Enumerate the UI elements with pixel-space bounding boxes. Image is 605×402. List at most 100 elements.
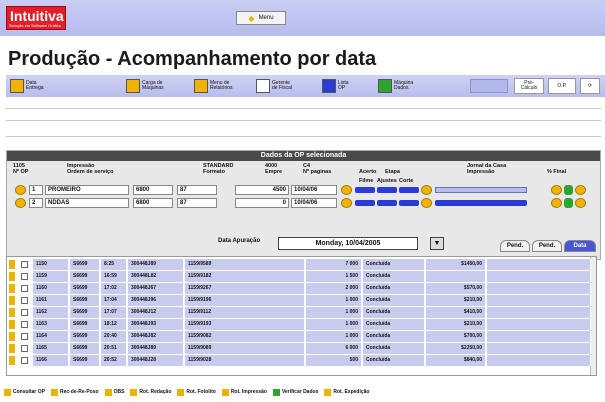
table-row[interactable]: 1162 S6699 17:07 300448J12 1159/9112 1 000 Con… bbox=[7, 307, 593, 318]
gear-icon[interactable] bbox=[15, 198, 26, 208]
fiscal-manager-button[interactable]: Gerente de Fiscal bbox=[256, 78, 306, 94]
progress-print bbox=[435, 200, 527, 206]
cell-qty: 1 000 bbox=[306, 319, 362, 330]
row-checkbox[interactable] bbox=[21, 357, 28, 364]
pencil-icon[interactable] bbox=[9, 272, 15, 281]
table-row[interactable]: 1166 S6699 20:52 300448J28 1159/9028 500 Concl… bbox=[7, 355, 593, 366]
legend: Consultar OP Rec-de-Re-Poso OBS Rot. Redaçã… bbox=[4, 386, 369, 398]
table-row[interactable]: 1165 S6699 20:51 300448J89 1159/9089 6 000 Con… bbox=[7, 343, 593, 354]
cell-value bbox=[426, 271, 486, 282]
gear-icon[interactable] bbox=[575, 198, 586, 208]
legend-icon bbox=[324, 388, 332, 396]
legend-label: OBS bbox=[113, 389, 125, 395]
legend-item: Rot. Fotolito bbox=[177, 386, 216, 398]
page-title: Produção - Acompanhamento por data bbox=[8, 48, 377, 70]
tab-date[interactable]: Data bbox=[564, 240, 596, 252]
toolbar-label: Gerente de Fiscal bbox=[272, 80, 293, 91]
cell-value: $210,00 bbox=[426, 319, 486, 330]
pages-header: C4 Nº paginas bbox=[303, 163, 332, 175]
production-list: 1150 S6699 8:25 300448J89 1159/9589 7 000 Conc… bbox=[6, 256, 597, 376]
pencil-icon[interactable] bbox=[9, 332, 15, 341]
check-icon[interactable] bbox=[564, 185, 573, 195]
table-row[interactable]: 1159 S6699 16:59 300448L82 1159/9182 1 500 Con… bbox=[7, 271, 593, 282]
gear-icon[interactable] bbox=[551, 185, 562, 195]
table-row[interactable]: 1150 S6699 8:25 300448J89 1159/9589 7 000 Conc… bbox=[7, 259, 593, 270]
op-qty: 0 bbox=[235, 198, 289, 208]
legend-icon bbox=[50, 388, 58, 396]
cell-doc: 300448J67 bbox=[128, 283, 184, 294]
row-checkbox[interactable] bbox=[21, 285, 28, 292]
refresh-button[interactable]: ⟳ bbox=[580, 78, 600, 94]
top-bar: Intuitiva Solução em Software Gráfico ◆ … bbox=[0, 0, 605, 36]
table-row[interactable]: 1164 S6699 20:40 300448J82 1159/9082 1 000 Con… bbox=[7, 331, 593, 342]
cell-qty: 7 000 bbox=[306, 259, 362, 270]
toolbar-label: Lista OP bbox=[338, 80, 349, 91]
op-field-2: 87 bbox=[177, 185, 217, 195]
row-checkbox[interactable] bbox=[21, 321, 28, 328]
pencil-icon[interactable] bbox=[9, 308, 15, 317]
stage-header: Etapa bbox=[385, 169, 400, 175]
cell-status: Concluída bbox=[363, 343, 425, 354]
tab-pending-2[interactable]: Pend. bbox=[532, 240, 562, 252]
cell-id: 1166 bbox=[33, 355, 69, 366]
op-field-1: 6800 bbox=[133, 185, 173, 195]
row-checkbox[interactable] bbox=[21, 297, 28, 304]
gear-icon[interactable] bbox=[551, 198, 562, 208]
list-icon bbox=[322, 79, 336, 93]
legend-item: Rec-de-Re-Poso bbox=[50, 386, 99, 398]
gear-icon[interactable] bbox=[575, 185, 586, 195]
machine-load-button[interactable]: Carga de Máquinas bbox=[126, 78, 176, 94]
toolbar-label: Data Entrega bbox=[26, 80, 44, 91]
pencil-icon[interactable] bbox=[9, 296, 15, 305]
cell-client: 1159/9267 bbox=[185, 283, 305, 294]
op-button[interactable]: O.P. bbox=[548, 78, 576, 94]
pencil-icon[interactable] bbox=[9, 320, 15, 329]
row-checkbox[interactable] bbox=[21, 273, 28, 280]
legend-item: Rot. Expedição bbox=[324, 386, 369, 398]
cell-value: $410,00 bbox=[426, 307, 486, 318]
pencil-icon[interactable] bbox=[9, 344, 15, 353]
menu-button[interactable]: ◆ Menu bbox=[236, 11, 286, 25]
cell-code: S6699 bbox=[70, 355, 100, 366]
table-row[interactable]: 1163 S6699 18:12 300448J93 1159/9193 1 000 Con… bbox=[7, 319, 593, 330]
pencil-icon[interactable] bbox=[9, 356, 15, 365]
cell-qty: 1 000 bbox=[306, 307, 362, 318]
row-spacer bbox=[487, 355, 591, 366]
tab-pending[interactable]: Pend. bbox=[500, 240, 530, 252]
pre-calc-button[interactable]: Pré- Cálculo bbox=[514, 78, 544, 94]
row-checkbox[interactable] bbox=[21, 309, 28, 316]
cell-code: S6699 bbox=[70, 343, 100, 354]
delivery-date-button[interactable]: Data Entrega bbox=[10, 78, 60, 94]
cell-id: 1164 bbox=[33, 331, 69, 342]
cell-code: S6699 bbox=[70, 259, 100, 270]
cut-subheader: Corte bbox=[399, 178, 414, 184]
table-row[interactable]: 1160 S6699 17:02 300448J67 1159/9267 2 000 Con… bbox=[7, 283, 593, 294]
check-icon[interactable] bbox=[564, 198, 573, 208]
gear-icon[interactable] bbox=[15, 185, 26, 195]
cell-status: Concluída bbox=[363, 283, 425, 294]
machine-data-button[interactable]: Máquina Dados bbox=[378, 78, 428, 94]
progress-film bbox=[355, 200, 375, 206]
calendar-dropdown-icon[interactable]: ▼ bbox=[430, 237, 444, 250]
reports-menu-button[interactable]: Menu de Relatórios bbox=[194, 78, 244, 94]
pencil-icon[interactable] bbox=[9, 284, 15, 293]
cell-client: 1159/9112 bbox=[185, 307, 305, 318]
progress-adjust bbox=[377, 200, 397, 206]
row-checkbox[interactable] bbox=[21, 345, 28, 352]
pencil-icon[interactable] bbox=[9, 260, 15, 269]
row-checkbox[interactable] bbox=[21, 261, 28, 268]
row-spacer bbox=[487, 331, 591, 342]
legend-item: OBS bbox=[104, 386, 125, 398]
op-row[interactable]: 2 NDDAS 6800 87 0 10/04/06 bbox=[15, 198, 593, 209]
op-row[interactable]: 1 PROMEIRO 6800 87 4500 10/04/06 bbox=[15, 185, 593, 196]
factory-icon bbox=[126, 79, 140, 93]
cell-code: S6699 bbox=[70, 295, 100, 306]
toolbar: Data Entrega Carga de Máquinas Menu de R… bbox=[6, 75, 605, 97]
op-list-button[interactable]: Lista OP bbox=[322, 78, 372, 94]
op-seq: 2 bbox=[29, 198, 43, 208]
table-row[interactable]: 1161 S6699 17:04 300448J96 1159/9196 1 000 Con… bbox=[7, 295, 593, 306]
date-input[interactable]: Monday, 10/04/2005 bbox=[278, 237, 418, 250]
menu-label: Menu bbox=[258, 15, 274, 21]
cell-doc: 300448J12 bbox=[128, 307, 184, 318]
row-checkbox[interactable] bbox=[21, 333, 28, 340]
